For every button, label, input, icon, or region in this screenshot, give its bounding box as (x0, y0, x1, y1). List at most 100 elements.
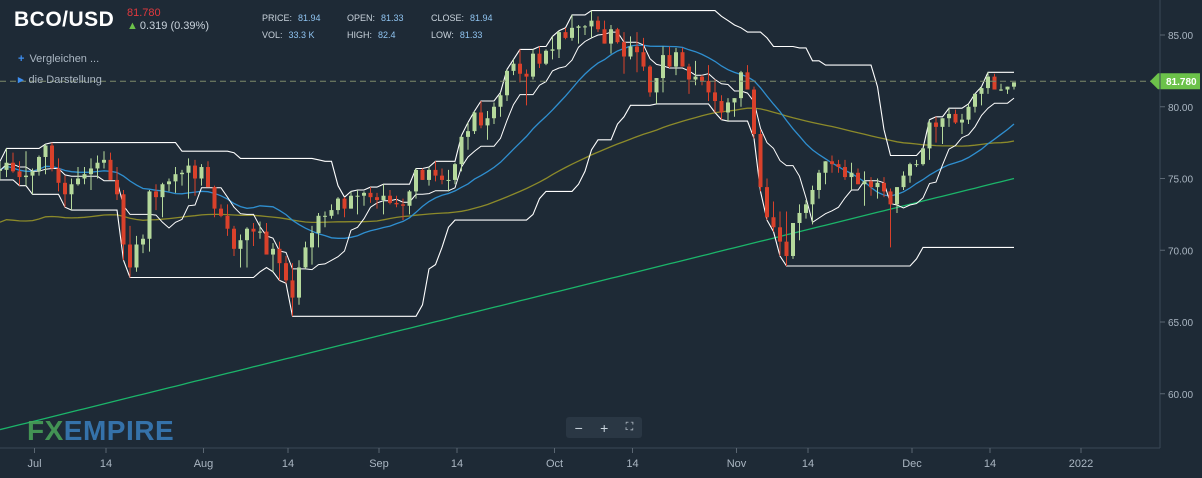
x-tick-label: 14 (100, 458, 112, 470)
stat-label: OPEN: (347, 13, 376, 23)
candle-body (836, 164, 841, 168)
candle-body (180, 172, 184, 175)
fullscreen-icon[interactable]: ⛶ (626, 421, 634, 434)
stat-value: 81.33 (381, 13, 404, 23)
x-tick-label: 14 (282, 458, 294, 470)
candle-body (960, 119, 964, 123)
candle-body (752, 89, 756, 135)
plus-icon: + (18, 53, 25, 65)
candle-body (804, 204, 808, 213)
channel-upper-line (0, 10, 1014, 199)
candle-body (375, 197, 379, 201)
candlestick-series (0, 10, 1016, 317)
candle-body (791, 222, 795, 256)
candle-body (427, 169, 431, 180)
candle-body (719, 101, 724, 113)
stat-open: OPEN: 81.33 (347, 13, 404, 23)
current-price-line: 81.780 (0, 73, 1200, 90)
zoom-in-button[interactable]: + (600, 420, 608, 436)
candle-body (537, 53, 542, 64)
candle-body (466, 131, 470, 137)
candle-body (284, 263, 288, 281)
candle-body (765, 187, 769, 218)
candle-body (277, 248, 282, 264)
candle-body (1005, 86, 1010, 90)
chart-container[interactable]: 81.780 85.00 80.00 75.00 70.00 65.00 60.00 Ju… (0, 0, 1202, 478)
x-tick-label: Oct (546, 458, 563, 470)
display-menu-item[interactable]: ▸ die Darstellung (18, 73, 102, 86)
candle-body (726, 102, 730, 113)
x-tick-label: Dec (902, 458, 922, 470)
candle-body (336, 198, 340, 211)
candle-body (238, 240, 243, 249)
candle-body (563, 32, 568, 38)
stat-low: LOW: 81.33 (431, 30, 482, 40)
candle-body (264, 231, 269, 255)
candle-body (362, 192, 366, 196)
candle-body (95, 162, 100, 169)
candle-body (141, 238, 145, 245)
candle-body (154, 191, 158, 198)
candle-body (732, 98, 737, 103)
candle-body (706, 80, 711, 93)
candle-body (17, 171, 22, 178)
price-chart[interactable]: 81.780 85.00 80.00 75.00 70.00 65.00 60.00 Ju… (0, 0, 1202, 478)
stat-label: LOW: (431, 30, 454, 40)
candle-body (420, 169, 425, 180)
candle-body (199, 167, 204, 179)
candle-body (407, 191, 412, 206)
candle-body (550, 49, 555, 51)
candle-body (641, 52, 646, 67)
moving-average-lines (0, 44, 1015, 431)
candle-body (206, 167, 210, 188)
candle-body (245, 228, 249, 241)
channel-mid-line (0, 31, 1015, 271)
candle-body (492, 106, 496, 119)
candle-body (862, 181, 867, 185)
ma-long-line (0, 177, 1015, 431)
candle-body (609, 29, 613, 44)
candle-body (121, 194, 126, 245)
candle-body (654, 78, 659, 93)
candle-body (219, 208, 223, 216)
candle-body (745, 72, 750, 90)
channel-lower-line (0, 103, 1014, 317)
candle-body (934, 122, 938, 127)
candle-body (784, 241, 789, 256)
candle-body (927, 122, 932, 149)
x-tick-label: Aug (194, 458, 214, 470)
candle-body (0, 169, 2, 171)
candle-body (56, 168, 61, 183)
candle-body (635, 46, 639, 53)
candle-body (89, 168, 93, 175)
candle-body (258, 231, 262, 233)
stat-label: CLOSE: (431, 13, 465, 23)
candle-body (167, 181, 171, 185)
compare-menu-item[interactable]: + Vergleichen ... (18, 53, 99, 65)
candle-body (648, 66, 652, 93)
candle-body (349, 195, 353, 209)
stat-value: 82.4 (378, 30, 396, 40)
candle-body (173, 174, 178, 182)
y-tick-label: 80.00 (1168, 103, 1193, 114)
candle-body (193, 165, 197, 179)
candle-body (212, 187, 217, 209)
candle-body (661, 55, 665, 79)
ma-mid-line (0, 107, 1015, 224)
candle-body (615, 29, 620, 43)
candle-body (76, 178, 80, 185)
candle-body (622, 42, 626, 57)
candle-body (953, 113, 958, 123)
candle-body (778, 227, 782, 242)
candle-body (485, 118, 490, 126)
candle-body (342, 198, 347, 209)
candle-body (440, 175, 444, 180)
candle-body (134, 244, 139, 268)
stat-value: 33.3 K (288, 30, 315, 40)
zoom-out-button[interactable]: − (575, 420, 583, 436)
candle-body (628, 46, 633, 57)
candle-body (303, 247, 308, 268)
x-tick-label: 14 (984, 458, 996, 470)
y-axis: 85.00 80.00 75.00 70.00 65.00 60.00 (1159, 0, 1193, 448)
candle-body (63, 182, 67, 195)
